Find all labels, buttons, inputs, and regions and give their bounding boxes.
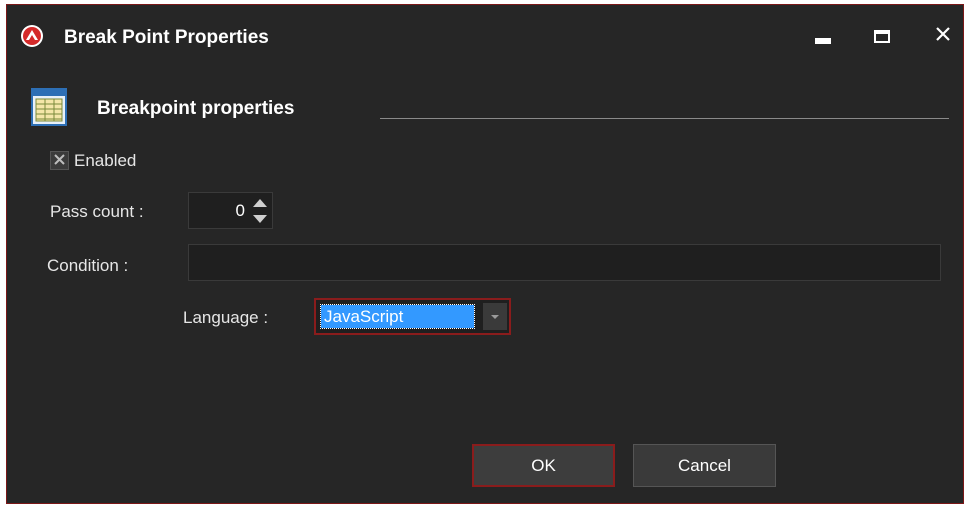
spin-down-arrow-icon[interactable] (250, 211, 270, 227)
condition-input[interactable] (188, 244, 941, 281)
ok-button[interactable]: OK (472, 444, 615, 487)
language-dropdown[interactable]: JavaScript (314, 298, 511, 335)
title-bar[interactable]: Break Point Properties (7, 5, 963, 67)
close-button[interactable] (923, 19, 963, 53)
cancel-button[interactable]: Cancel (633, 444, 776, 487)
enabled-label: Enabled (74, 151, 137, 170)
enabled-checkbox[interactable] (50, 151, 69, 170)
close-icon (935, 26, 951, 47)
pass-count-value[interactable]: 0 (189, 193, 245, 228)
pass-count-label: Pass count : (50, 202, 144, 221)
group-title: Breakpoint properties (97, 98, 295, 119)
language-selected-value[interactable]: JavaScript (320, 304, 475, 329)
condition-label: Condition : (47, 256, 129, 275)
spin-up-arrow-icon[interactable] (250, 195, 270, 211)
minimize-button[interactable] (803, 19, 843, 53)
check-x-icon (53, 151, 66, 171)
app-logo-icon (20, 24, 44, 48)
pass-count-stepper[interactable]: 0 (188, 192, 273, 229)
dialog-window: Break Point Properties Breakpoint proper… (6, 4, 964, 504)
window-title: Break Point Properties (64, 27, 269, 48)
chevron-down-icon[interactable] (483, 303, 507, 330)
minimize-icon (815, 38, 831, 44)
maximize-button[interactable] (862, 19, 902, 53)
language-label: Language : (183, 308, 269, 327)
maximize-icon (874, 29, 890, 43)
properties-table-icon (31, 87, 67, 127)
group-divider (380, 118, 949, 119)
